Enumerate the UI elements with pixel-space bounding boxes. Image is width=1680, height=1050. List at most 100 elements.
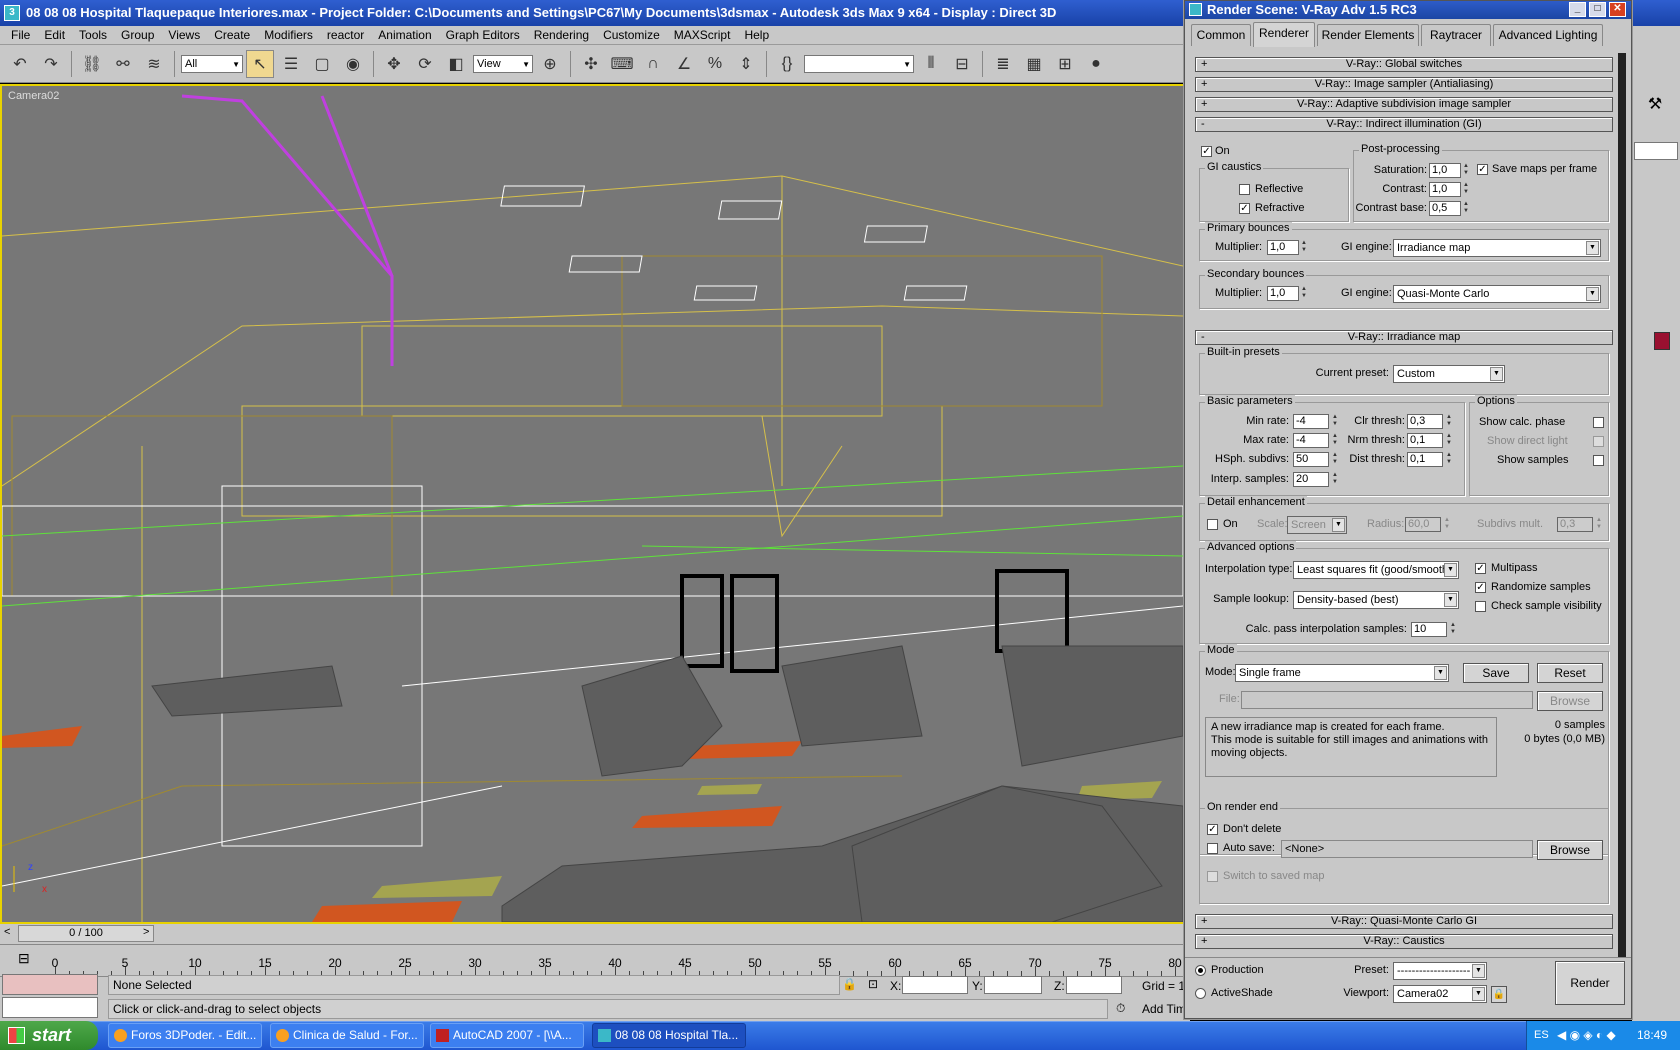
- absolute-mode-icon[interactable]: ⊡: [868, 977, 878, 991]
- add-time-tag[interactable]: Add Time Tag: [1142, 1002, 1190, 1016]
- tab-common[interactable]: Common: [1191, 24, 1251, 46]
- primary-gi-engine-dropdown[interactable]: Irradiance map ▼: [1393, 239, 1601, 257]
- modifier-list-dropdown[interactable]: [1634, 142, 1678, 160]
- gi-on-checkbox[interactable]: ✓: [1201, 146, 1212, 157]
- ref-coord-dropdown[interactable]: View: [473, 54, 533, 73]
- menu-help[interactable]: Help: [737, 28, 776, 42]
- rollout-global-switches[interactable]: + V-Ray:: Global switches: [1195, 57, 1613, 72]
- rollout-image-sampler[interactable]: + V-Ray:: Image sampler (Antialiasing): [1195, 77, 1613, 92]
- lock-selection-icon[interactable]: 🔒: [842, 977, 857, 991]
- dialog-scrollbar[interactable]: [1618, 53, 1626, 957]
- rollout-caustics[interactable]: + V-Ray:: Caustics: [1195, 934, 1613, 949]
- contrast-spinner[interactable]: 1,0: [1429, 182, 1461, 197]
- redo-icon[interactable]: ↷: [37, 50, 65, 78]
- slider-next-icon[interactable]: >: [143, 926, 149, 938]
- spinner-arrows-icon[interactable]: ▲ ▼: [1331, 452, 1339, 467]
- spinner-arrows-icon[interactable]: ▲ ▼: [1331, 472, 1339, 487]
- spinner-arrows-icon[interactable]: ▲ ▼: [1331, 433, 1339, 448]
- calc-pass-spinner[interactable]: 10: [1411, 622, 1447, 637]
- nrm-thresh-spinner[interactable]: 0,1: [1407, 433, 1443, 448]
- mirror-icon[interactable]: ⫴: [917, 50, 945, 78]
- auto-save-checkbox[interactable]: [1207, 843, 1218, 854]
- spinner-arrows-icon[interactable]: ▲ ▼: [1462, 163, 1470, 178]
- saturation-spinner[interactable]: 1,0: [1429, 163, 1461, 178]
- schematic-view-icon[interactable]: ⊞: [1051, 50, 1079, 78]
- align-icon[interactable]: ⊟: [948, 50, 976, 78]
- check-sample-visibility-checkbox[interactable]: [1475, 601, 1486, 612]
- unlink-icon[interactable]: ⚯: [109, 50, 137, 78]
- spinner-snap-icon[interactable]: ⇕: [732, 50, 760, 78]
- dont-delete-checkbox[interactable]: ✓: [1207, 824, 1218, 835]
- selection-filter-dropdown[interactable]: All: [181, 54, 243, 73]
- x-coordinate-field[interactable]: [902, 976, 968, 994]
- hsph-subdivs-spinner[interactable]: 50: [1293, 452, 1329, 467]
- material-editor-icon[interactable]: ●: [1082, 50, 1110, 78]
- min-rate-spinner[interactable]: -4: [1293, 414, 1329, 429]
- subdivs-mult-spinner[interactable]: 0,3: [1557, 517, 1593, 532]
- interp-samples-spinner[interactable]: 20: [1293, 472, 1329, 487]
- taskbar-item-firefox-clinica[interactable]: Clinica de Salud - For...: [270, 1023, 424, 1048]
- tab-advanced-lighting[interactable]: Advanced Lighting: [1493, 24, 1603, 46]
- spinner-arrows-icon[interactable]: ▲ ▼: [1462, 201, 1470, 216]
- hammer-icon[interactable]: ⚒: [1632, 94, 1678, 116]
- secondary-multiplier-spinner[interactable]: 1,0: [1267, 286, 1299, 301]
- undo-icon[interactable]: ↶: [6, 50, 34, 78]
- reflective-checkbox[interactable]: [1239, 184, 1250, 195]
- start-button[interactable]: start: [0, 1021, 98, 1050]
- spinner-arrows-icon[interactable]: ▲ ▼: [1595, 517, 1603, 532]
- taskbar-item-firefox-foros[interactable]: Foros 3DPoder. - Edit...: [108, 1023, 262, 1048]
- minimize-button[interactable]: _: [1569, 2, 1586, 17]
- scale-dropdown[interactable]: Screen ▼: [1287, 516, 1347, 534]
- select-manipulate-icon[interactable]: ✣: [577, 50, 605, 78]
- move-icon[interactable]: ✥: [380, 50, 408, 78]
- rollout-quasi-monte-carlo[interactable]: + V-Ray:: Quasi-Monte Carlo GI: [1195, 914, 1613, 929]
- randomize-samples-checkbox[interactable]: ✓: [1475, 582, 1486, 593]
- menu-rendering[interactable]: Rendering: [527, 28, 596, 42]
- viewport-dropdown[interactable]: Camera02 ▼: [1393, 985, 1487, 1003]
- sample-lookup-dropdown[interactable]: Density-based (best) ▼: [1293, 591, 1459, 609]
- tab-raytracer[interactable]: Raytracer: [1421, 24, 1491, 46]
- object-color-swatch[interactable]: [1654, 332, 1670, 350]
- rollout-indirect-illumination[interactable]: - V-Ray:: Indirect illumination (GI): [1195, 117, 1613, 132]
- menu-modifiers[interactable]: Modifiers: [257, 28, 320, 42]
- browse-button[interactable]: Browse: [1537, 691, 1603, 711]
- production-radio[interactable]: [1195, 965, 1206, 976]
- file-path-field[interactable]: [1241, 691, 1533, 709]
- auto-save-browse-button[interactable]: Browse: [1537, 840, 1603, 860]
- angle-snap-icon[interactable]: ∠: [670, 50, 698, 78]
- spinner-arrows-icon[interactable]: ▲ ▼: [1445, 414, 1453, 429]
- pivot-center-icon[interactable]: ⊕: [536, 50, 564, 78]
- detail-on-checkbox[interactable]: [1207, 519, 1218, 530]
- camera-viewport[interactable]: Camera02 z x: [0, 84, 1185, 924]
- reset-button[interactable]: Reset: [1537, 663, 1603, 683]
- link-icon[interactable]: ⛓: [78, 50, 106, 78]
- curve-editor-icon[interactable]: ▦: [1020, 50, 1048, 78]
- spinner-arrows-icon[interactable]: ▲ ▼: [1300, 240, 1308, 255]
- tab-render-elements[interactable]: Render Elements: [1317, 24, 1419, 46]
- spinner-arrows-icon[interactable]: ▲ ▼: [1331, 414, 1339, 429]
- menu-maxscript[interactable]: MAXScript: [667, 28, 738, 42]
- spinner-arrows-icon[interactable]: ▲ ▼: [1445, 433, 1453, 448]
- current-preset-dropdown[interactable]: Custom ▼: [1393, 365, 1505, 383]
- menu-animation[interactable]: Animation: [371, 28, 438, 42]
- auto-save-path-field[interactable]: <None>: [1281, 840, 1533, 858]
- track-bar-toggle-icon[interactable]: ⊟: [18, 950, 30, 967]
- maxscript-listener-input[interactable]: [2, 997, 98, 1018]
- named-selection-dropdown[interactable]: [804, 54, 914, 73]
- lock-viewport-icon[interactable]: 🔒: [1491, 986, 1507, 1003]
- show-direct-light-checkbox[interactable]: [1593, 436, 1604, 447]
- max-rate-spinner[interactable]: -4: [1293, 433, 1329, 448]
- rect-selection-icon[interactable]: ▢: [308, 50, 336, 78]
- time-slider[interactable]: 0 / 100: [18, 925, 154, 942]
- percent-snap-icon[interactable]: %: [701, 50, 729, 78]
- dist-thresh-spinner[interactable]: 0,1: [1407, 452, 1443, 467]
- menu-customize[interactable]: Customize: [596, 28, 667, 42]
- interpolation-type-dropdown[interactable]: Least squares fit (good/smooth ▼: [1293, 561, 1459, 579]
- rollout-adaptive-subdivision[interactable]: + V-Ray:: Adaptive subdivision image samp…: [1195, 97, 1613, 112]
- select-by-name-icon[interactable]: ☰: [277, 50, 305, 78]
- switch-to-saved-checkbox[interactable]: [1207, 871, 1218, 882]
- time-tag-icon[interactable]: ⏱: [1116, 1001, 1125, 1016]
- rollout-irradiance-map[interactable]: - V-Ray:: Irradiance map: [1195, 330, 1613, 345]
- keyboard-shortcut-icon[interactable]: ⌨: [608, 50, 636, 78]
- close-button[interactable]: ✕: [1609, 2, 1626, 17]
